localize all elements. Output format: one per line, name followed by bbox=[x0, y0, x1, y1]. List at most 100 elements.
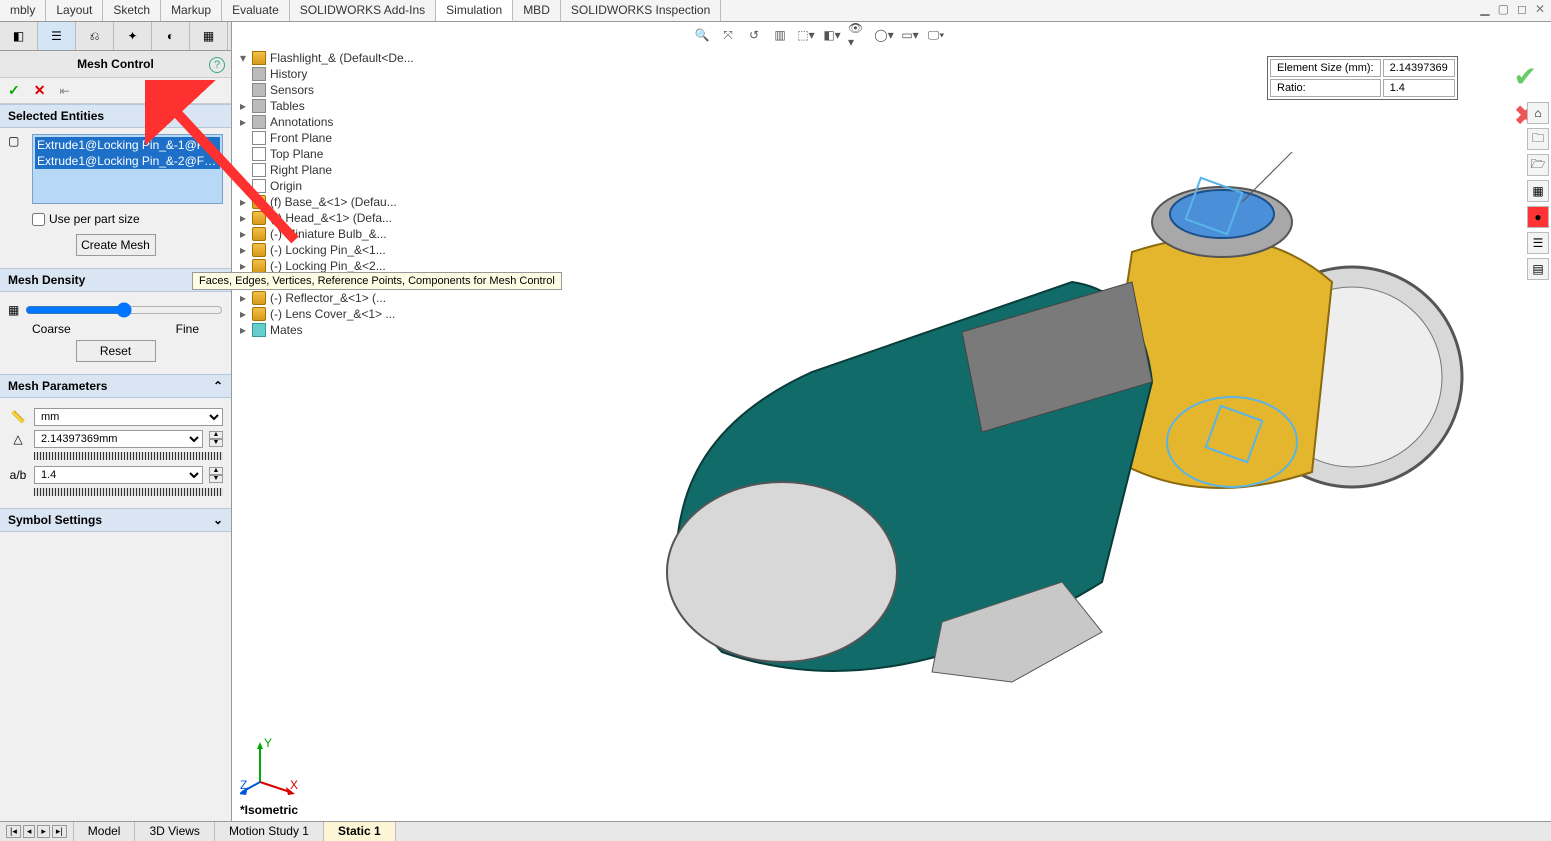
model-view[interactable] bbox=[632, 152, 1492, 712]
tab-sketch[interactable]: Sketch bbox=[103, 0, 161, 21]
pm-title-row: Mesh Control ? bbox=[0, 51, 231, 78]
taskpane-explorer-icon[interactable]: 🗁 bbox=[1527, 154, 1549, 176]
taskpane-view-palette-icon[interactable]: ▦ bbox=[1527, 180, 1549, 202]
pm-tab-simulation-icon[interactable]: ▦ bbox=[190, 22, 228, 50]
help-icon[interactable]: ? bbox=[209, 57, 225, 73]
btab-3d-views[interactable]: 3D Views bbox=[135, 822, 214, 841]
tab-addins[interactable]: SOLIDWORKS Add-Ins bbox=[290, 0, 436, 21]
ok-button[interactable]: ✓ bbox=[8, 82, 20, 99]
taskpane-appearances-icon[interactable]: ● bbox=[1527, 206, 1549, 228]
selected-entities-list[interactable]: Extrude1@Locking Pin_&-1@Flasl Extrude1@… bbox=[32, 134, 223, 204]
tree-history[interactable]: History bbox=[238, 66, 448, 82]
window-restore-icon[interactable]: ▢ bbox=[1498, 2, 1509, 16]
tree-tables[interactable]: ▸Tables bbox=[238, 98, 448, 114]
list-item[interactable]: Extrude1@Locking Pin_&-2@Flasl bbox=[35, 153, 220, 169]
tree-annotations[interactable]: ▸Annotations bbox=[238, 114, 448, 130]
tree-head[interactable]: ▸(-) Head_&<1> (Defa... bbox=[238, 210, 448, 226]
reference-triad[interactable]: Y X Z bbox=[240, 737, 300, 797]
selected-entities-header[interactable]: Selected Entities bbox=[0, 104, 231, 128]
nav-first-icon[interactable]: |◂ bbox=[6, 825, 21, 838]
taskpane-forum-icon[interactable]: ▤ bbox=[1527, 258, 1549, 280]
unit-select[interactable]: mm bbox=[34, 408, 223, 426]
selected-entities-label: Selected Entities bbox=[8, 109, 104, 123]
pm-tab-display-icon[interactable]: ◐ bbox=[152, 22, 190, 50]
view-settings-icon[interactable]: 🖵▾ bbox=[926, 25, 946, 45]
tree-sensors[interactable]: Sensors bbox=[238, 82, 448, 98]
nav-last-icon[interactable]: ▸| bbox=[52, 825, 67, 838]
cancel-button[interactable]: ✕ bbox=[34, 82, 46, 99]
tree-bulb[interactable]: ▸(-) Miniature Bulb_&... bbox=[238, 226, 448, 242]
tree-origin[interactable]: Origin bbox=[238, 178, 448, 194]
btab-motion-study[interactable]: Motion Study 1 bbox=[215, 822, 324, 841]
tab-evaluate[interactable]: Evaluate bbox=[222, 0, 290, 21]
pm-tab-config-icon[interactable]: ⎌ bbox=[76, 22, 114, 50]
callout-ratio-label: Ratio: bbox=[1270, 79, 1381, 97]
element-size-input[interactable]: 2.14397369mm bbox=[34, 430, 203, 448]
tab-markup[interactable]: Markup bbox=[161, 0, 222, 21]
element-size-spinner[interactable]: ▲▼ bbox=[209, 431, 223, 447]
nav-next-icon[interactable]: ▸ bbox=[37, 825, 50, 838]
svg-text:Z: Z bbox=[240, 778, 247, 792]
reset-button[interactable]: Reset bbox=[76, 340, 156, 362]
mesh-callout[interactable]: Element Size (mm): 2.14397369 Ratio: 1.4 bbox=[1267, 56, 1458, 100]
flyout-feature-tree[interactable]: ▾Flashlight_& (Default<De... History Sen… bbox=[238, 50, 448, 338]
ratio-input[interactable]: 1.4 bbox=[34, 466, 203, 484]
tab-layout[interactable]: Layout bbox=[46, 0, 103, 21]
window-controls: ▁ ▢ ◻ ✕ bbox=[1480, 2, 1545, 16]
pm-tab-feature-icon[interactable]: ◧ bbox=[0, 22, 38, 50]
taskpane-resources-icon[interactable]: ⌂ bbox=[1527, 102, 1549, 124]
svg-text:X: X bbox=[290, 778, 298, 792]
mesh-icon: ▦ bbox=[8, 303, 19, 317]
edit-appearance-icon[interactable]: ◯▾ bbox=[874, 25, 894, 45]
pm-tab-propertymanager-icon[interactable]: ☰ bbox=[38, 22, 76, 50]
nav-prev-icon[interactable]: ◂ bbox=[23, 825, 36, 838]
zoom-to-fit-icon[interactable]: 🔍 bbox=[692, 25, 712, 45]
use-per-part-size-input[interactable] bbox=[32, 213, 45, 226]
mesh-parameters-header[interactable]: Mesh Parameters⌃ bbox=[0, 374, 231, 398]
window-close-icon[interactable]: ✕ bbox=[1535, 2, 1545, 16]
display-style-icon[interactable]: ◧▾ bbox=[822, 25, 842, 45]
tree-front-plane[interactable]: Front Plane bbox=[238, 130, 448, 146]
callout-ratio-value[interactable]: 1.4 bbox=[1383, 79, 1455, 97]
ratio-spinner[interactable]: ▲▼ bbox=[209, 467, 223, 483]
mesh-parameters-label: Mesh Parameters bbox=[8, 379, 107, 393]
tree-right-plane[interactable]: Right Plane bbox=[238, 162, 448, 178]
tree-base[interactable]: ▸(f) Base_&<1> (Defau... bbox=[238, 194, 448, 210]
callout-element-size-value[interactable]: 2.14397369 bbox=[1383, 59, 1455, 77]
pin-icon[interactable]: ⇤ bbox=[59, 84, 69, 98]
graphics-area[interactable]: 🔍 ⤧ ↺ ▥ ⬚▾ ◧▾ 👁▾ ◯▾ ▭▾ 🖵▾ bbox=[232, 22, 1551, 821]
zoom-area-icon[interactable]: ⤧ bbox=[718, 25, 738, 45]
use-per-part-size-checkbox[interactable]: Use per part size bbox=[32, 212, 223, 226]
tree-root[interactable]: ▾Flashlight_& (Default<De... bbox=[238, 50, 448, 66]
tree-mates[interactable]: ▸Mates bbox=[238, 322, 448, 338]
section-view-icon[interactable]: ▥ bbox=[770, 25, 790, 45]
tree-reflector[interactable]: ▸(-) Reflector_&<1> (... bbox=[238, 290, 448, 306]
hide-show-icon[interactable]: 👁▾ bbox=[848, 25, 868, 45]
mesh-density-slider[interactable] bbox=[25, 302, 223, 318]
symbol-settings-header[interactable]: Symbol Settings⌄ bbox=[0, 508, 231, 532]
tab-simulation[interactable]: Simulation bbox=[436, 0, 513, 21]
property-manager-tab-icons: ◧ ☰ ⎌ ✦ ◐ ▦ bbox=[0, 22, 231, 51]
view-orientation-icon[interactable]: ⬚▾ bbox=[796, 25, 816, 45]
btab-static-1[interactable]: Static 1 bbox=[324, 822, 396, 841]
previous-view-icon[interactable]: ↺ bbox=[744, 25, 764, 45]
create-mesh-button[interactable]: Create Mesh bbox=[76, 234, 156, 256]
tab-inspection[interactable]: SOLIDWORKS Inspection bbox=[561, 0, 721, 21]
taskpane-properties-icon[interactable]: ☰ bbox=[1527, 232, 1549, 254]
tab-assembly[interactable]: mbly bbox=[0, 0, 46, 21]
tree-locking-pin-1[interactable]: ▸(-) Locking Pin_&<1... bbox=[238, 242, 448, 258]
bottom-tab-bar: |◂ ◂ ▸ ▸| Model 3D Views Motion Study 1 … bbox=[0, 821, 1551, 841]
list-item[interactable]: Extrude1@Locking Pin_&-1@Flasl bbox=[35, 137, 220, 153]
pm-confirm-row: ✓ ✕ ⇤ bbox=[0, 78, 231, 104]
ratio-ruler bbox=[34, 488, 223, 496]
tree-lens-cover[interactable]: ▸(-) Lens Cover_&<1> ... bbox=[238, 306, 448, 322]
confirm-ok-icon[interactable]: ✔ bbox=[1514, 60, 1537, 93]
apply-scene-icon[interactable]: ▭▾ bbox=[900, 25, 920, 45]
btab-model[interactable]: Model bbox=[74, 822, 136, 841]
window-minimize-icon[interactable]: ▁ bbox=[1480, 2, 1489, 16]
taskpane-library-icon[interactable]: 🗀 bbox=[1527, 128, 1549, 150]
tab-mbd[interactable]: MBD bbox=[513, 0, 561, 21]
tree-top-plane[interactable]: Top Plane bbox=[238, 146, 448, 162]
pm-tab-dimxpert-icon[interactable]: ✦ bbox=[114, 22, 152, 50]
window-maximize-icon[interactable]: ◻ bbox=[1517, 2, 1527, 16]
